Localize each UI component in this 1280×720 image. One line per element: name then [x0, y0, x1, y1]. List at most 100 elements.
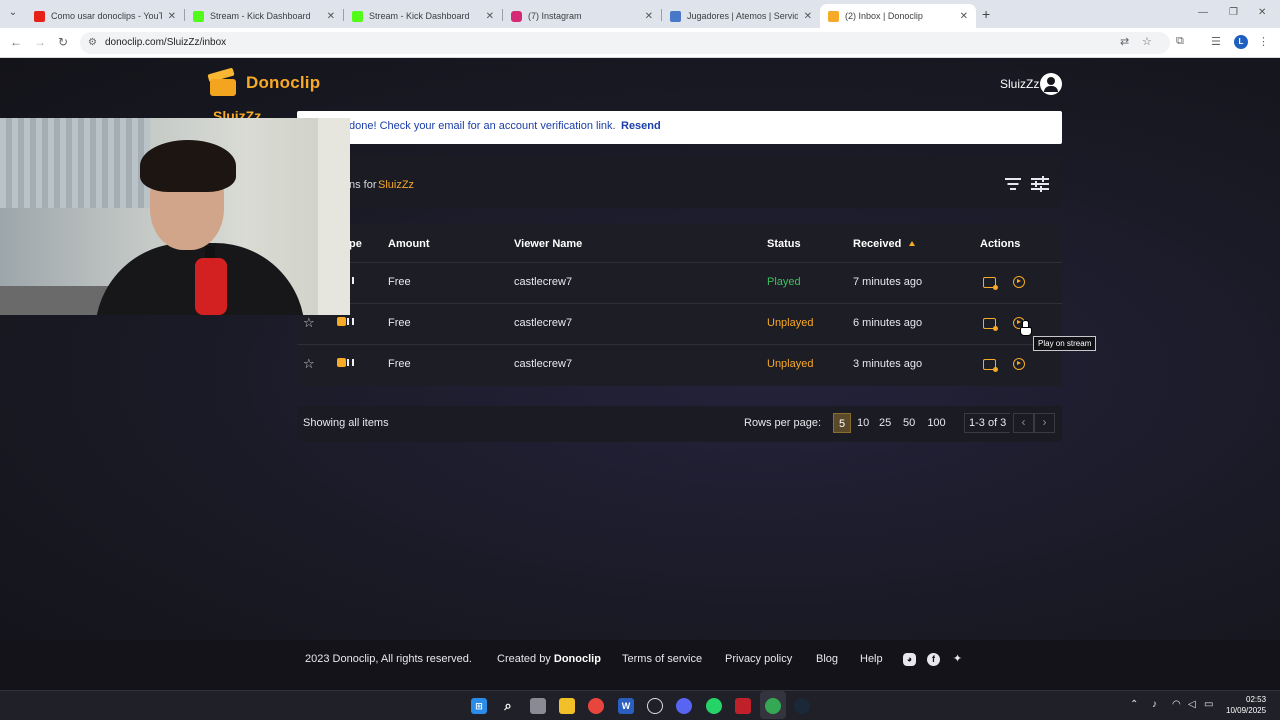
showing-items-text: Showing all items — [303, 417, 389, 429]
webcam-microphone — [195, 258, 227, 315]
battery-icon[interactable]: ▭ — [1204, 699, 1213, 710]
close-icon[interactable]: ✕ — [327, 11, 335, 22]
play-on-stream-icon[interactable] — [1013, 276, 1025, 288]
account-icon[interactable] — [1040, 73, 1062, 95]
rows-option-10[interactable]: 10 — [853, 413, 871, 433]
windows-start-icon[interactable]: ⊞ — [471, 698, 487, 714]
footer-blog-link[interactable]: Blog — [816, 653, 838, 665]
instagram-icon — [511, 10, 522, 22]
browser-tab-youtube[interactable]: Como usar donoclips - YouTube ✕ — [26, 4, 184, 28]
footer-created-by[interactable]: Created by Donoclip — [497, 653, 601, 665]
star-icon[interactable]: ☆ — [303, 315, 315, 331]
preview-media-icon[interactable] — [983, 359, 998, 372]
menu-icon[interactable]: ⋮ — [1258, 35, 1269, 48]
discord-app-icon[interactable] — [676, 698, 692, 714]
footer-terms-link[interactable]: Terms of service — [622, 653, 702, 665]
column-header-type[interactable]: pe — [349, 238, 362, 250]
word-icon[interactable]: W — [618, 698, 634, 714]
translate-icon[interactable]: ⇄ — [1120, 35, 1129, 48]
created-by-brand: Donoclip — [553, 653, 601, 665]
discord-icon[interactable]: ◕ — [903, 653, 916, 666]
rows-per-page-label: Rows per page: — [744, 417, 822, 429]
url-text: donoclip.com/SluizZz/inbox — [105, 37, 227, 48]
extensions-icon[interactable]: ⧉ — [1176, 35, 1184, 48]
close-window-icon[interactable]: ✕ — [1258, 7, 1266, 18]
star-icon[interactable]: ☆ — [303, 356, 315, 372]
task-view-icon[interactable] — [530, 698, 546, 714]
banner-text: done! Check your email for an account ve… — [349, 120, 616, 132]
url-field[interactable]: ⚙ donoclip.com/SluizZz/inbox — [80, 32, 1170, 54]
page-range: 1-3 of 3 — [964, 413, 1011, 433]
status-badge: Unplayed — [767, 358, 814, 370]
resend-link[interactable]: Resend — [621, 120, 661, 132]
forward-icon[interactable]: → — [34, 35, 46, 49]
donoclip-logo[interactable]: Donoclip — [207, 67, 320, 97]
next-page-icon[interactable]: › — [1034, 413, 1055, 433]
whatsapp-icon[interactable] — [706, 698, 722, 714]
tab-title: Stream - Kick Dashboard — [369, 11, 470, 21]
rows-option-5[interactable]: 5 — [833, 413, 851, 433]
footer-privacy-link[interactable]: Privacy policy — [725, 653, 792, 665]
user-name[interactable]: SluizZz — [1000, 77, 1039, 91]
table-row[interactable]: ☆ Free castlecrew7 Unplayed 6 minutes ag… — [297, 303, 1062, 344]
column-header-viewer-name[interactable]: Viewer Name — [514, 238, 582, 250]
browser-tab-donoclip[interactable]: (2) Inbox | Donoclip ✕ — [820, 4, 976, 28]
rows-option-100[interactable]: 100 — [923, 413, 950, 433]
twitter-icon[interactable]: ✦ — [951, 653, 964, 666]
openai-icon[interactable] — [647, 698, 663, 714]
search-icon[interactable]: ⌕ — [500, 698, 516, 714]
sort-ascending-icon[interactable] — [909, 241, 915, 246]
browser-tab-instagram[interactable]: (7) Instagram ✕ — [503, 4, 661, 28]
media-type-icon — [337, 315, 354, 327]
kick-icon — [193, 10, 204, 22]
browser-tab-kick-1[interactable]: Stream - Kick Dashboard ✕ — [185, 4, 343, 28]
status-badge: Played — [767, 276, 801, 288]
table-row[interactable]: ☆ Free castlecrew7 Unplayed 3 minutes ag… — [297, 344, 1062, 385]
close-icon[interactable]: ✕ — [486, 11, 494, 22]
preview-media-icon[interactable] — [983, 277, 998, 290]
steam-icon[interactable] — [794, 698, 810, 714]
tray-chevron-icon[interactable]: ⌃ — [1130, 699, 1138, 710]
close-icon[interactable]: ✕ — [168, 11, 176, 22]
volume-icon[interactable]: ◁ — [1188, 699, 1196, 710]
minimize-icon[interactable]: — — [1198, 7, 1208, 18]
preview-media-icon[interactable] — [983, 318, 998, 331]
chrome-active-icon[interactable] — [765, 698, 781, 714]
file-explorer-icon[interactable] — [559, 698, 575, 714]
browser-tab-kick-2[interactable]: Stream - Kick Dashboard ✕ — [344, 4, 502, 28]
capture-app-icon[interactable] — [735, 698, 751, 714]
tab-title: Stream - Kick Dashboard — [210, 11, 311, 21]
filter-icon[interactable] — [1005, 178, 1021, 190]
verification-banner: done! Check your email for an account ve… — [297, 111, 1062, 144]
profile-avatar[interactable]: L — [1234, 35, 1248, 49]
play-on-stream-icon[interactable] — [1013, 358, 1025, 370]
media-type-icon — [337, 356, 354, 368]
column-header-received[interactable]: Received — [853, 238, 901, 250]
tune-settings-icon[interactable] — [1031, 176, 1049, 192]
back-icon[interactable]: ← — [10, 35, 22, 49]
footer-help-link[interactable]: Help — [860, 653, 883, 665]
browser-tab-server[interactable]: Jugadores | Atemos | Servidor de ✕ — [662, 4, 820, 28]
rows-option-50[interactable]: 50 — [899, 413, 919, 433]
close-icon[interactable]: ✕ — [645, 11, 653, 22]
close-icon[interactable]: ✕ — [804, 11, 812, 22]
facebook-icon[interactable]: f — [927, 653, 940, 666]
new-tab-icon[interactable]: + — [982, 6, 990, 22]
wifi-icon[interactable]: ◠ — [1172, 699, 1181, 710]
column-header-status[interactable]: Status — [767, 238, 801, 250]
previous-page-icon[interactable]: ‹ — [1013, 413, 1034, 433]
system-clock[interactable]: 02:53 10/09/2025 — [1226, 694, 1266, 716]
tab-search-icon[interactable]: ⌄ — [6, 6, 20, 20]
chrome-icon[interactable] — [588, 698, 604, 714]
column-header-amount[interactable]: Amount — [388, 238, 430, 250]
close-icon[interactable]: ✕ — [960, 11, 968, 22]
reading-list-icon[interactable]: ☰ — [1211, 35, 1221, 48]
reload-icon[interactable]: ↻ — [58, 35, 68, 49]
table-row[interactable]: ☆ Free castlecrew7 Played 7 minutes ago — [297, 262, 1062, 303]
microphone-icon[interactable]: ♪ — [1152, 699, 1157, 710]
bookmark-star-icon[interactable]: ☆ — [1142, 35, 1152, 48]
restore-icon[interactable]: ❐ — [1229, 7, 1238, 18]
site-info-icon[interactable]: ⚙ — [88, 37, 97, 48]
footer: 2023 Donoclip, All rights reserved. Crea… — [0, 640, 1280, 690]
rows-option-25[interactable]: 25 — [875, 413, 895, 433]
